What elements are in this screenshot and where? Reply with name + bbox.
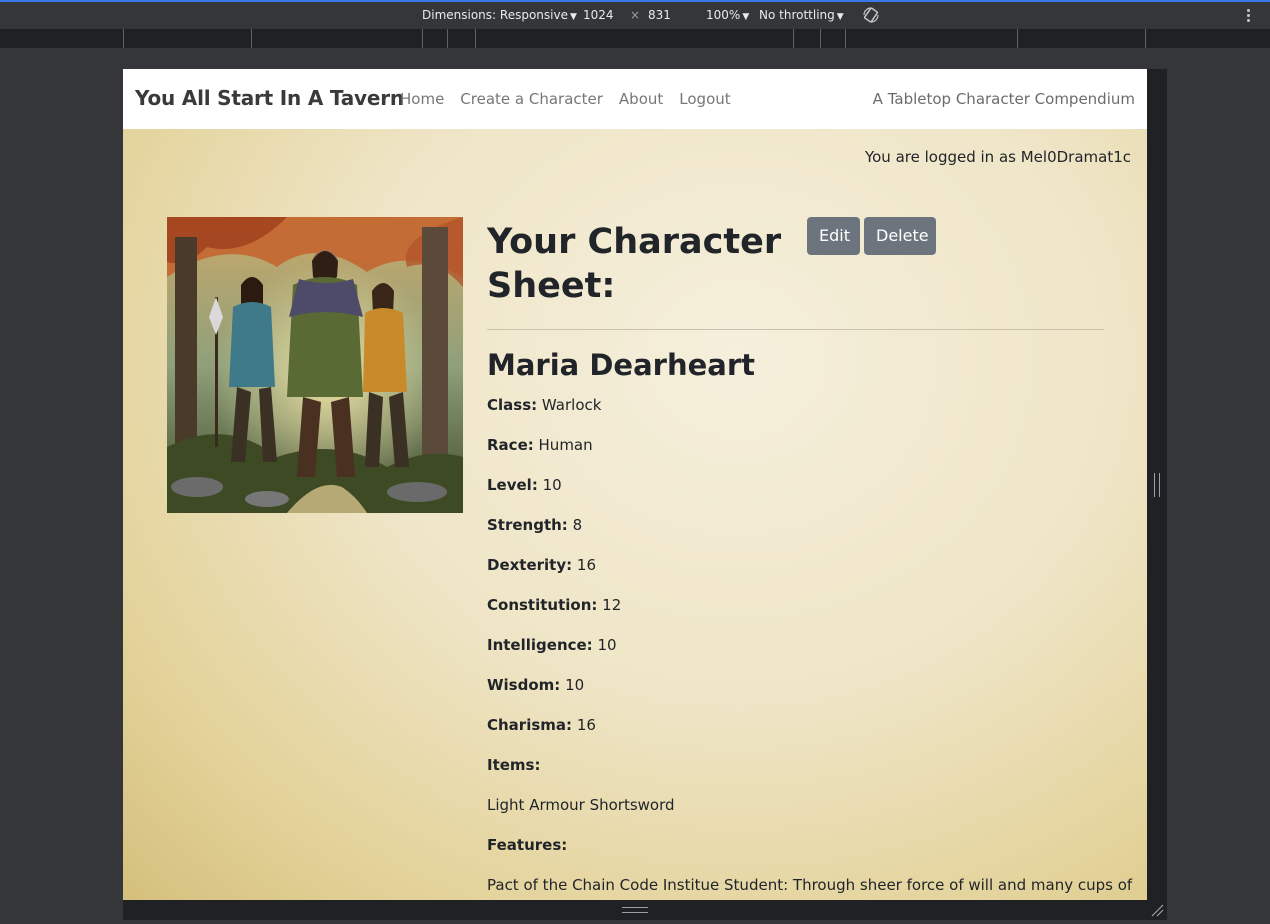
stat-label: Level: [487, 476, 538, 494]
stat-value: 16 [576, 716, 596, 734]
ruler-tick [793, 29, 794, 48]
nav-links: Home Create a Character About Logout [400, 90, 731, 108]
ruler-tick [845, 29, 846, 48]
ruler-tick [1017, 29, 1018, 48]
ruler-tick [251, 29, 252, 48]
stat-level: Level: 10 [487, 475, 1107, 515]
site-tagline: A Tabletop Character Compendium [872, 90, 1135, 108]
stat-value: 12 [602, 596, 622, 614]
stat-value: 16 [576, 556, 597, 574]
chevron-down-icon: ▼ [836, 12, 844, 22]
divider [487, 329, 1104, 330]
throttling-dropdown[interactable]: No throttling ▼ [759, 8, 844, 22]
stat-charisma: Charisma: 16 [487, 715, 1107, 755]
ruler-tick [422, 29, 423, 48]
width-input[interactable]: 1024 [583, 8, 614, 22]
resize-grip-icon [622, 907, 648, 913]
resize-grip-icon [1154, 473, 1160, 497]
ruler-tick [820, 29, 821, 48]
throttling-label: No throttling [759, 8, 835, 22]
delete-button[interactable]: Delete [864, 217, 936, 255]
devtools-device-toolbar: Dimensions: Responsive ▼ 1024 × 831 100% ▼… [0, 2, 1270, 29]
items-label: Items: [487, 756, 541, 774]
page-viewport: You All Start In A Tavern Home Create a … [123, 69, 1147, 900]
zoom-label: 100% [706, 8, 741, 22]
nav-link-about[interactable]: About [619, 90, 663, 108]
stat-race: Race: Human [487, 435, 1107, 475]
stat-wisdom: Wisdom: 10 [487, 675, 1107, 715]
stat-class: Class: Warlock [487, 395, 1107, 435]
stat-value: 10 [565, 676, 585, 694]
height-input[interactable]: 831 [648, 8, 671, 22]
dimensions-dropdown[interactable]: Dimensions: Responsive ▼ [422, 8, 577, 22]
ruler-tick [1145, 29, 1146, 48]
dimensions-label: Dimensions: Responsive [422, 8, 568, 22]
stat-value: 10 [597, 636, 617, 654]
ruler-tick [447, 29, 448, 48]
more-options-icon[interactable] [1243, 8, 1253, 24]
media-query-ruler [0, 29, 1270, 48]
stat-label: Dexterity: [487, 556, 573, 574]
features-heading: Features: [487, 835, 1107, 875]
ruler-tick [123, 29, 124, 48]
dimension-separator: × [630, 8, 641, 22]
stat-value: 8 [572, 516, 583, 534]
navbar: You All Start In A Tavern Home Create a … [123, 69, 1147, 129]
rotate-icon[interactable] [862, 6, 880, 24]
viewport-resize-handle-bottom[interactable] [123, 900, 1167, 920]
features-text: Pact of the Chain Code Institue Student:… [487, 876, 1133, 894]
features-label: Features: [487, 836, 568, 854]
character-portrait [167, 217, 463, 513]
stat-dexterity: Dexterity: 16 [487, 555, 1107, 595]
stat-value: 10 [542, 476, 562, 494]
corner-resize-icon[interactable] [1150, 903, 1164, 917]
chevron-down-icon: ▼ [742, 12, 750, 22]
stat-label: Constitution: [487, 596, 598, 614]
brand-logo[interactable]: You All Start In A Tavern [135, 86, 404, 110]
login-status: You are logged in as Mel0Dramat1c [864, 148, 1131, 166]
stat-value: Human [538, 436, 593, 454]
stat-strength: Strength: 8 [487, 515, 1107, 555]
chevron-down-icon: ▼ [569, 12, 577, 22]
items-heading: Items: [487, 755, 1107, 795]
stat-label: Race: [487, 436, 534, 454]
stat-intelligence: Intelligence: 10 [487, 635, 1107, 675]
ruler-tick [475, 29, 476, 48]
nav-link-logout[interactable]: Logout [679, 90, 730, 108]
stat-label: Charisma: [487, 716, 573, 734]
stat-constitution: Constitution: 12 [487, 595, 1107, 635]
character-name: Maria Dearheart [487, 348, 755, 382]
viewport-resize-handle-right[interactable] [1147, 69, 1167, 900]
stat-label: Class: [487, 396, 538, 414]
page-title: Your Character Sheet: [487, 222, 782, 306]
stat-label: Intelligence: [487, 636, 593, 654]
edit-button[interactable]: Edit [807, 217, 860, 255]
stat-label: Strength: [487, 516, 568, 534]
stat-value: Warlock [541, 396, 602, 414]
items-list: Light Armour Shortsword [487, 796, 675, 814]
zoom-dropdown[interactable]: 100% ▼ [706, 8, 749, 22]
stat-label: Wisdom: [487, 676, 561, 694]
nav-link-create-character[interactable]: Create a Character [460, 90, 603, 108]
nav-link-home[interactable]: Home [400, 90, 444, 108]
character-stats: Class: Warlock Race: Human Level: 10 Str… [487, 395, 1133, 895]
